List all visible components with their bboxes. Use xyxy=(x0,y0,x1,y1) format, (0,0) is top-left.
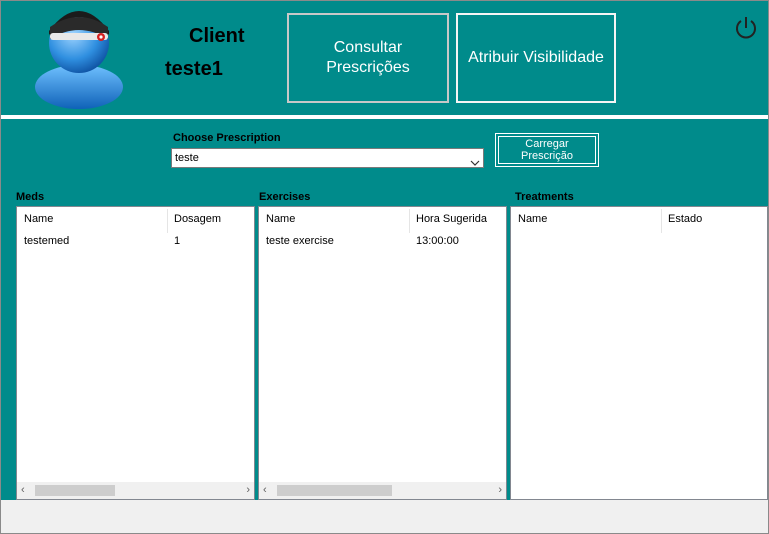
consultar-prescricoes-button[interactable]: Consultar Prescrições xyxy=(287,13,449,103)
client-label: Client xyxy=(189,25,245,47)
prescription-dropdown[interactable]: teste xyxy=(171,148,484,168)
header-separator xyxy=(1,115,768,119)
atribuir-visibilidade-button[interactable]: Atribuir Visibilidade xyxy=(456,13,616,103)
chevron-down-icon[interactable] xyxy=(470,154,480,166)
exercises-col-hora[interactable]: Hora Sugerida xyxy=(416,213,487,225)
treatments-col-name[interactable]: Name xyxy=(518,213,547,225)
column-divider xyxy=(661,209,662,233)
list-item[interactable]: testemed xyxy=(24,235,69,247)
prescription-selected: teste xyxy=(175,152,199,164)
exercises-scrollbar[interactable]: ‹ › xyxy=(259,482,506,499)
column-divider xyxy=(409,209,410,233)
client-name: teste1 xyxy=(165,58,223,80)
carregar-prescricao-label: Carregar Prescrição xyxy=(498,136,596,164)
scroll-thumb[interactable] xyxy=(35,485,115,496)
exercises-title: Exercises xyxy=(259,191,311,203)
scroll-left-icon[interactable]: ‹ xyxy=(21,484,25,496)
meds-col-name[interactable]: Name xyxy=(24,213,53,225)
exercises-list[interactable]: Name Hora Sugerida teste exercise 13:00:… xyxy=(258,206,507,500)
meds-col-dosagem[interactable]: Dosagem xyxy=(174,213,221,225)
column-divider xyxy=(167,209,168,233)
scroll-right-icon[interactable]: › xyxy=(498,484,502,496)
choose-prescription-label: Choose Prescription xyxy=(173,132,281,144)
scroll-left-icon[interactable]: ‹ xyxy=(263,484,267,496)
user-avatar-icon xyxy=(27,5,131,109)
treatments-col-estado[interactable]: Estado xyxy=(668,213,702,225)
scroll-right-icon[interactable]: › xyxy=(246,484,250,496)
list-item[interactable]: teste exercise xyxy=(266,235,334,247)
carregar-prescricao-button[interactable]: Carregar Prescrição xyxy=(495,133,599,167)
meds-title: Meds xyxy=(16,191,45,203)
app-window: Client teste1 Consultar Prescrições Atri… xyxy=(0,0,769,534)
footer xyxy=(1,500,768,533)
meds-list[interactable]: Name Dosagem testemed 1 ‹ › xyxy=(16,206,255,500)
exercises-col-name[interactable]: Name xyxy=(266,213,295,225)
list-item-value[interactable]: 1 xyxy=(174,235,180,247)
treatments-title: Treatments xyxy=(515,191,574,203)
meds-scrollbar[interactable]: ‹ › xyxy=(17,482,254,499)
header: Client teste1 Consultar Prescrições Atri… xyxy=(1,1,768,114)
list-item-value[interactable]: 13:00:00 xyxy=(416,235,459,247)
scroll-thumb[interactable] xyxy=(277,485,392,496)
treatments-list[interactable]: Name Estado xyxy=(510,206,768,500)
power-icon[interactable] xyxy=(734,13,758,43)
